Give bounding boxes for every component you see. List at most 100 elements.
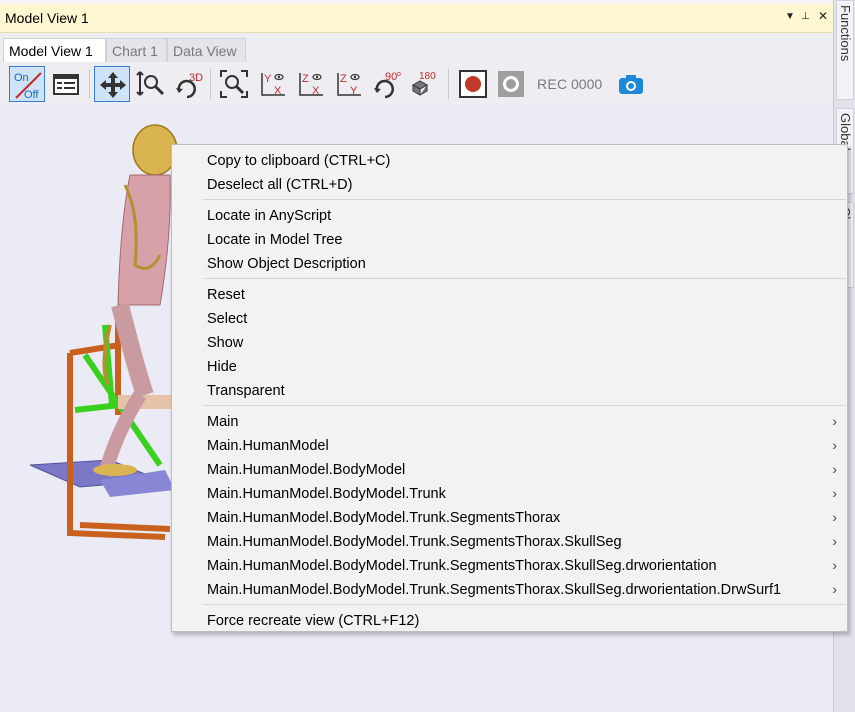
rec-label: REC — [537, 76, 568, 92]
view-yx-button[interactable]: Y X — [254, 66, 290, 102]
stop-button[interactable] — [493, 66, 529, 102]
panel-title: Model View 1 — [5, 10, 89, 26]
dropdown-arrow-icon[interactable]: ▼ — [785, 11, 795, 22]
camera-icon — [619, 75, 643, 94]
menu-item[interactable]: Deselect all (CTRL+D) — [172, 173, 847, 197]
svg-text:o: o — [397, 71, 401, 78]
menu-item-label: Locate in AnyScript — [207, 208, 332, 224]
submenu-arrow-icon: › — [832, 485, 837, 501]
view-toolbar: On Off 3D Y X Z X Z Y 90 o 180 REC 0000 — [0, 63, 833, 105]
menu-item-label: Show — [207, 335, 244, 351]
menu-item[interactable]: Main.HumanModel.BodyModel › — [172, 458, 847, 482]
menu-item-label: Copy to clipboard (CTRL+C) — [207, 153, 391, 169]
menu-item[interactable]: Reset — [172, 283, 847, 307]
menu-item[interactable]: Main.HumanModel.BodyModel.Trunk.Segments… — [172, 506, 847, 530]
rotate-90-button[interactable]: 90 o — [368, 66, 404, 102]
view-yx-icon: Y X — [261, 73, 285, 97]
rotate-3d-button[interactable]: 3D — [170, 66, 206, 102]
menu-item-label: Main.HumanModel.BodyModel.Trunk — [207, 486, 446, 502]
toolbar-separator — [210, 69, 211, 99]
menu-separator — [203, 199, 846, 200]
svg-text:Z: Z — [302, 73, 309, 85]
menu-item[interactable]: Show Object Description — [172, 252, 847, 276]
menu-item[interactable]: Force recreate view (CTRL+F12) — [172, 609, 847, 633]
menu-separator — [203, 604, 846, 605]
zoom-button[interactable] — [133, 66, 169, 102]
menu-item-label: Locate in Model Tree — [207, 232, 343, 248]
camera-button[interactable] — [613, 66, 649, 102]
toolbar-separator — [448, 69, 449, 99]
submenu-arrow-icon: › — [832, 581, 837, 597]
menu-item[interactable]: Main › — [172, 410, 847, 434]
menu-item-label: Main.HumanModel.BodyModel.Trunk.Segments… — [207, 510, 561, 526]
tab-chart-1[interactable]: Chart 1 — [106, 38, 167, 62]
menu-item[interactable]: Copy to clipboard (CTRL+C) — [172, 149, 847, 173]
menu-item[interactable]: Main.HumanModel.BodyModel.Trunk.Segments… — [172, 530, 847, 554]
menu-item[interactable]: Hide — [172, 355, 847, 379]
svg-text:X: X — [312, 85, 320, 97]
record-button[interactable] — [455, 66, 491, 102]
submenu-arrow-icon: › — [832, 557, 837, 573]
tab-model-view-1[interactable]: Model View 1 — [3, 38, 106, 62]
zoom-fit-icon — [220, 70, 248, 98]
onoff-toggle-icon: On Off — [14, 72, 42, 100]
rec-counter: 0000 — [571, 76, 603, 92]
rotate-180-button[interactable]: 180 — [406, 66, 442, 102]
menu-item[interactable]: Main.HumanModel.BodyModel.Trunk.Segments… — [172, 578, 847, 602]
zoom-icon — [136, 71, 165, 96]
properties-panel-icon — [53, 74, 79, 95]
menu-item-label: Reset — [207, 287, 245, 303]
svg-text:180: 180 — [419, 71, 436, 82]
svg-text:90: 90 — [385, 71, 397, 83]
side-tab-functions[interactable]: Functions — [836, 0, 854, 100]
pan-move-button[interactable] — [94, 66, 130, 102]
view-zx-button[interactable]: Z X — [292, 66, 328, 102]
pan-move-icon — [100, 72, 126, 98]
menu-item[interactable]: Locate in Model Tree — [172, 228, 847, 252]
submenu-arrow-icon: › — [832, 509, 837, 525]
menu-item[interactable]: Transparent — [172, 379, 847, 403]
menu-item-label: Main.HumanModel.BodyModel — [207, 462, 406, 478]
properties-panel-button[interactable] — [48, 66, 84, 102]
tab-bar: Model View 1 Chart 1 Data View — [0, 33, 833, 63]
menu-item[interactable]: Locate in AnyScript — [172, 204, 847, 228]
submenu-arrow-icon: › — [832, 461, 837, 477]
panel-title-bar: Model View 1 ▼ ⊥ ✕ — [0, 4, 833, 33]
view-zy-button[interactable]: Z Y — [330, 66, 366, 102]
record-icon — [459, 70, 487, 98]
menu-item[interactable]: Select — [172, 307, 847, 331]
view-zy-icon: Z Y — [337, 73, 361, 97]
svg-text:Off: Off — [24, 89, 39, 100]
rotate-3d-icon: 3D — [176, 72, 203, 99]
menu-item-label: Select — [207, 311, 248, 327]
svg-text:X: X — [274, 85, 282, 97]
onoff-toggle-button[interactable]: On Off — [9, 66, 45, 102]
submenu-arrow-icon: › — [832, 413, 837, 429]
menu-item[interactable]: Main.HumanModel.BodyModel.Trunk.Segments… — [172, 554, 847, 578]
svg-text:Y: Y — [264, 73, 272, 85]
context-menu: Copy to clipboard (CTRL+C) Deselect all (… — [171, 144, 848, 632]
menu-item-label: Hide — [207, 359, 237, 375]
menu-item-label: Main — [207, 414, 239, 430]
menu-separator — [203, 278, 846, 279]
toolbar-separator — [89, 69, 90, 99]
menu-item-label: Force recreate view (CTRL+F12) — [207, 613, 420, 629]
tab-data-view[interactable]: Data View — [167, 38, 246, 62]
svg-text:Z: Z — [340, 73, 347, 85]
svg-text:On: On — [14, 72, 29, 84]
svg-text:3D: 3D — [189, 72, 203, 84]
menu-item-label: Show Object Description — [207, 256, 366, 272]
tab-label: Model View 1 — [9, 43, 93, 59]
pin-icon[interactable]: ⊥ — [801, 11, 810, 22]
submenu-arrow-icon: › — [832, 437, 837, 453]
menu-item-label: Transparent — [207, 383, 285, 399]
rotate-90-icon: 90 o — [374, 71, 401, 99]
menu-item[interactable]: Main.HumanModel › — [172, 434, 847, 458]
stop-icon — [498, 71, 524, 97]
menu-item[interactable]: Main.HumanModel.BodyModel.Trunk › — [172, 482, 847, 506]
close-icon[interactable]: ✕ — [818, 9, 828, 23]
menu-item[interactable]: Show — [172, 331, 847, 355]
menu-item-label: Main.HumanModel.BodyModel.Trunk.Segments… — [207, 582, 782, 598]
zoom-fit-button[interactable] — [216, 66, 252, 102]
view-zx-icon: Z X — [299, 73, 323, 97]
